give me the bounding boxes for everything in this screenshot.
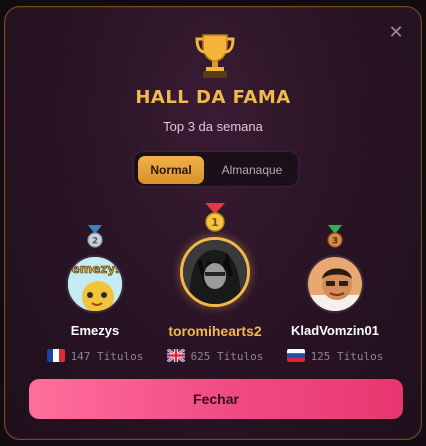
avatar: emezys (66, 255, 124, 313)
gold-medal-icon: 1 (205, 203, 225, 232)
player-titles: 147 Títulos (35, 349, 155, 363)
avatar (306, 255, 364, 313)
close-button[interactable]: Fechar (29, 379, 403, 419)
tab-normal[interactable]: Normal (138, 156, 204, 184)
avatar (180, 237, 250, 307)
france-flag-icon (46, 349, 65, 362)
hall-of-fame-modal: ✕ HALL DA FAMA Top 3 da semana Normal Al… (4, 6, 422, 440)
svg-text:1: 1 (211, 216, 219, 229)
titles-count: 625 Títulos (190, 350, 264, 363)
player-name: Emezys (70, 323, 120, 338)
mode-tabs: Normal Almanaque (133, 151, 299, 187)
podium-player-first[interactable]: 1 toromihearts2 625 Títulos (153, 203, 277, 365)
player-titles: 625 Títulos (153, 349, 277, 363)
svg-text:emezys: emezys (72, 262, 123, 276)
player-name: KladVomzin01 (291, 323, 379, 338)
podium-player-second[interactable]: 2 emezys Emezys 147 Títulos (35, 225, 155, 365)
svg-text:3: 3 (332, 237, 338, 247)
russia-flag-icon (286, 349, 305, 362)
modal-subtitle: Top 3 da semana (163, 119, 263, 134)
trophy-icon (195, 34, 235, 78)
modal-title: HALL DA FAMA (135, 87, 291, 108)
bronze-medal-icon: 3 (327, 225, 343, 248)
titles-count: 147 Títulos (70, 350, 144, 363)
uk-flag-icon (166, 349, 185, 362)
titles-count: 125 Títulos (310, 350, 384, 363)
silver-medal-icon: 2 (87, 225, 103, 248)
close-icon[interactable]: ✕ (385, 21, 407, 43)
podium-player-third[interactable]: 3 KladVomzin01 125 Títulos (275, 225, 395, 365)
svg-text:2: 2 (92, 237, 98, 247)
player-titles: 125 Títulos (275, 349, 395, 363)
tab-almanaque[interactable]: Almanaque (208, 156, 296, 184)
player-name: toromihearts2 (168, 323, 262, 339)
